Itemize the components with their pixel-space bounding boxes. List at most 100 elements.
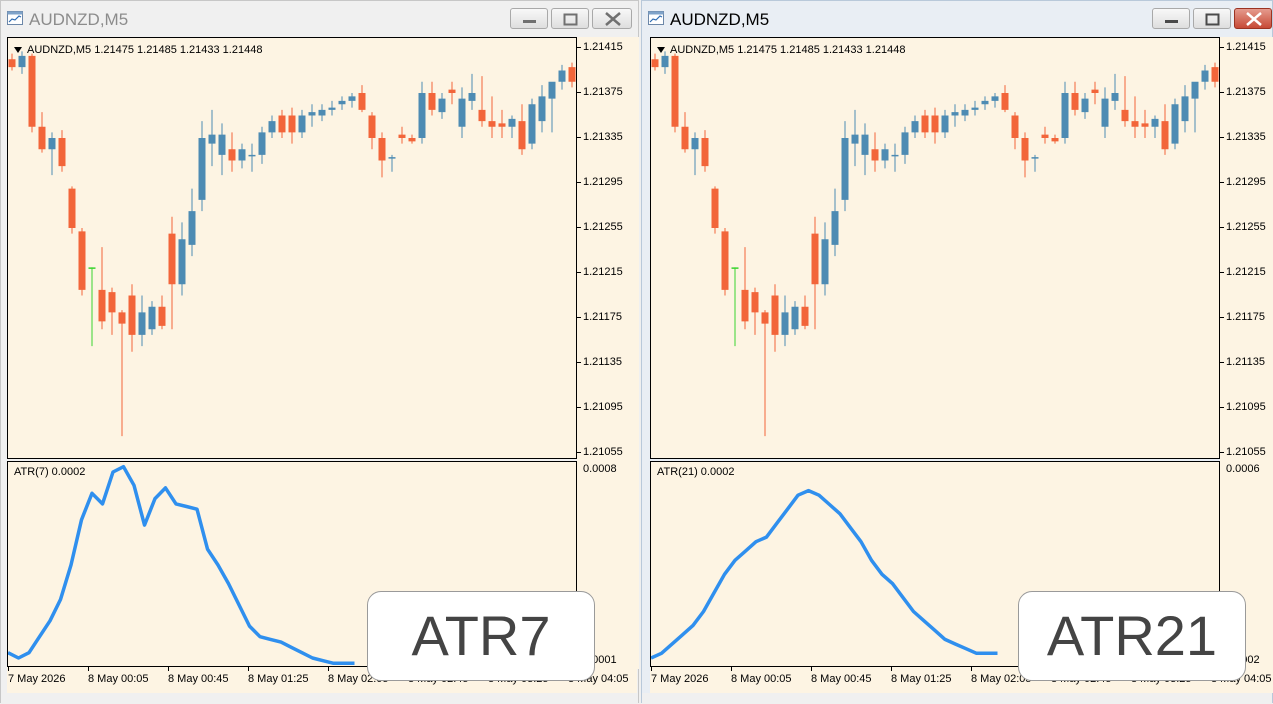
candle-body <box>328 107 336 110</box>
time-axis-tick <box>811 667 812 671</box>
candle-body <box>378 138 386 161</box>
chart-window-icon <box>648 11 664 25</box>
candle-body <box>1121 109 1129 122</box>
candle-body <box>1111 93 1119 101</box>
candle-body <box>528 104 536 144</box>
time-axis-label: 8 May 00:45 <box>168 673 229 685</box>
close-button[interactable] <box>1234 8 1272 29</box>
price-axis-tick <box>1220 317 1224 318</box>
time-axis-tick <box>328 667 329 671</box>
maximize-button[interactable] <box>1193 8 1231 29</box>
minimize-button[interactable] <box>1152 8 1190 29</box>
time-axis-label: 8 May 01:25 <box>248 673 309 685</box>
candle-body <box>238 149 246 161</box>
candle-body <box>1151 118 1159 127</box>
candle-body <box>721 231 729 290</box>
indicator-axis-top: 0.0008 <box>583 463 617 475</box>
minimize-button[interactable] <box>510 8 548 29</box>
price-axis-tick <box>577 317 581 318</box>
price-chart[interactable]: AUDNZD,M5 1.21475 1.21485 1.21433 1.2144… <box>650 37 1220 459</box>
dropdown-triangle-icon[interactable] <box>14 47 22 54</box>
candle-body <box>518 121 526 150</box>
candle-body <box>198 138 206 200</box>
window-title: AUDNZD,M5 <box>29 10 129 29</box>
chart-header: AUDNZD,M5 1.21475 1.21485 1.21433 1.2144… <box>14 44 262 56</box>
restore-icon <box>563 13 578 26</box>
title-bar[interactable]: AUDNZD,M5 <box>642 1 1272 37</box>
price-axis-label: 1.21335 <box>583 131 623 143</box>
candle-body <box>651 59 659 68</box>
chart-window-icon <box>7 11 23 25</box>
candle-body <box>1211 67 1219 82</box>
candle-body <box>278 115 286 133</box>
candle-body <box>811 233 819 285</box>
candle-body <box>488 121 496 127</box>
price-axis-tick <box>577 407 581 408</box>
candle-body <box>558 70 566 82</box>
candle-body <box>48 138 56 150</box>
candle-body <box>208 134 216 144</box>
candle-body <box>801 306 809 326</box>
candle-body <box>1071 93 1079 110</box>
price-axis-label: 1.21135 <box>1226 356 1265 368</box>
candle-body <box>148 306 156 330</box>
candle-body <box>358 93 366 110</box>
indicator-badge: ATR21 <box>1018 591 1246 681</box>
price-chart[interactable]: AUDNZD,M5 1.21475 1.21485 1.21433 1.2144… <box>7 37 577 459</box>
close-icon <box>1246 12 1262 26</box>
price-axis[interactable]: 0.0006 0.0002 1.214151.213751.213351.212… <box>1220 37 1273 669</box>
chart-window-left[interactable]: AUDNZD,M5 AUDNZD,M5 1.21475 1.21485 1.21… <box>0 0 639 704</box>
price-axis[interactable]: 0.0008 0.0001 1.21415 1.21375 1.21335 1.212… <box>577 37 639 669</box>
window-bottom-border <box>1 693 638 704</box>
candle-body <box>108 292 116 313</box>
candle-body <box>388 157 396 159</box>
price-axis-label: 1.21055 <box>1226 446 1266 458</box>
minimize-icon <box>523 20 536 23</box>
maximize-button[interactable] <box>551 8 589 29</box>
candle-body <box>218 134 226 155</box>
chart-header-text: AUDNZD,M5 1.21475 1.21485 1.21433 1.2144… <box>27 44 263 56</box>
title-bar[interactable]: AUDNZD,M5 <box>1 1 638 37</box>
price-axis-tick <box>577 227 581 228</box>
close-button[interactable] <box>592 8 632 29</box>
price-axis-tick <box>1220 272 1224 273</box>
candle-body <box>971 107 979 110</box>
time-axis-tick <box>168 667 169 671</box>
time-axis-tick <box>651 667 652 671</box>
price-axis-tick <box>1220 362 1224 363</box>
candle-body <box>28 55 36 127</box>
candle-body <box>751 292 759 313</box>
candle-body <box>248 154 256 157</box>
indicator-axis-top: 0.0006 <box>1226 463 1260 475</box>
candle-body <box>881 149 889 161</box>
candle-body <box>1181 96 1189 122</box>
time-axis-tick <box>731 667 732 671</box>
price-axis-label: 1.21295 <box>583 176 623 188</box>
chart-header-text: AUDNZD,M5 1.21475 1.21485 1.21433 1.2144… <box>670 44 906 56</box>
time-axis-label: 7 May 2026 <box>8 673 66 685</box>
candle-body <box>771 295 779 335</box>
candle-body <box>318 109 326 116</box>
time-axis-tick <box>891 667 892 671</box>
candle-body <box>138 312 146 335</box>
candle-body <box>418 93 426 138</box>
candle-body <box>18 55 26 68</box>
atr-series-line <box>651 488 998 660</box>
candle-body <box>1031 157 1039 159</box>
candle-body <box>268 121 276 133</box>
price-axis-label: 1.21255 <box>1226 221 1266 233</box>
candle-body <box>1041 134 1049 138</box>
candle-body <box>478 109 486 122</box>
candle-body <box>308 112 316 116</box>
candlestick-plot <box>651 51 1219 437</box>
window-title: AUDNZD,M5 <box>670 10 770 29</box>
candle-body <box>88 267 96 269</box>
candle-body <box>1141 123 1149 127</box>
candle-body <box>228 149 236 161</box>
candle-body <box>188 211 196 245</box>
chart-window-right[interactable]: AUDNZD,M5 AUDNZD,M5 1.21475 1.21485 1.21… <box>641 0 1273 704</box>
candle-body <box>681 126 689 150</box>
candle-body <box>398 134 406 138</box>
price-axis-tick <box>577 92 581 93</box>
dropdown-triangle-icon[interactable] <box>657 47 665 54</box>
